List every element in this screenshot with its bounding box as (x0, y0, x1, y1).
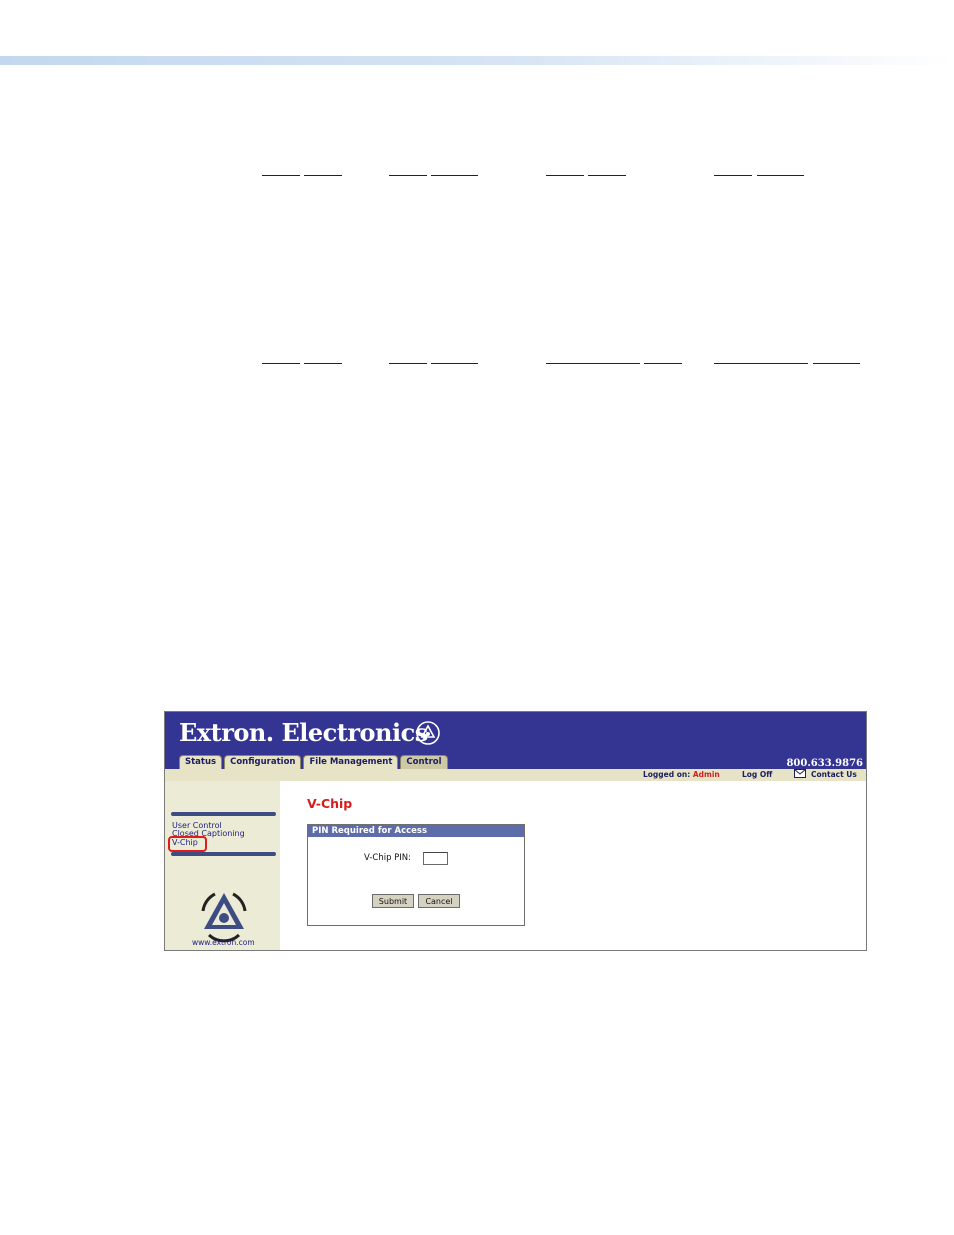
tab-file-management[interactable]: File Management (303, 755, 399, 769)
sidebar-divider (171, 812, 276, 816)
service-support-solutions-badge (201, 892, 247, 943)
site-header: Extron. Electronics 800.633.9876 Status … (165, 712, 866, 769)
status-strip: Logged on: Admin Log Off Contact Us (165, 769, 866, 781)
rule-line (714, 363, 808, 364)
main-tabs: Status Configuration File Management Con… (179, 755, 448, 769)
logged-on-user: Admin (692, 770, 720, 779)
log-off-link[interactable]: Log Off (742, 770, 772, 779)
contact-us-link[interactable]: Contact Us (811, 770, 857, 779)
rule-line (644, 363, 682, 364)
rule-line (304, 175, 342, 176)
rule-line (262, 363, 300, 364)
rule-line (546, 175, 584, 176)
submit-button[interactable]: Submit (372, 894, 414, 908)
rule-line (431, 175, 478, 176)
pin-panel-title: PIN Required for Access (308, 825, 524, 837)
rule-line (813, 363, 860, 364)
envelope-icon (794, 769, 806, 778)
rule-line (546, 363, 640, 364)
tab-configuration[interactable]: Configuration (224, 755, 302, 769)
tab-control[interactable]: Control (400, 755, 448, 769)
extron-logo-icon (416, 721, 440, 745)
site-url[interactable]: www.extron.com (192, 938, 255, 947)
rule-line (714, 175, 752, 176)
rule-line (304, 363, 342, 364)
cancel-button[interactable]: Cancel (418, 894, 460, 908)
phone-number: 800.633.9876 (786, 758, 863, 769)
vchip-web-page-screenshot: Extron. Electronics 800.633.9876 Status … (164, 711, 867, 951)
sidebar: User Control Closed Captioning V-Chip ww… (165, 781, 280, 950)
rule-line (389, 363, 427, 364)
main-content: V-Chip PIN Required for Access V-Chip PI… (280, 781, 866, 950)
rule-line (757, 175, 804, 176)
pin-label: V-Chip PIN: (364, 853, 412, 863)
pin-panel: PIN Required for Access V-Chip PIN: Subm… (307, 824, 525, 926)
page-title: V-Chip (307, 796, 353, 811)
page-header-bar (0, 56, 954, 65)
logged-on-label: Logged on: Admin (643, 770, 720, 779)
pin-input[interactable] (423, 852, 448, 865)
rule-line (262, 175, 300, 176)
rule-line (588, 175, 626, 176)
brand-logo-text: Extron. Electronics (179, 718, 428, 747)
rule-line (389, 175, 427, 176)
v-chip-highlight (168, 836, 207, 852)
tab-status[interactable]: Status (179, 755, 223, 769)
sidebar-divider (171, 852, 276, 856)
rule-line (431, 363, 478, 364)
